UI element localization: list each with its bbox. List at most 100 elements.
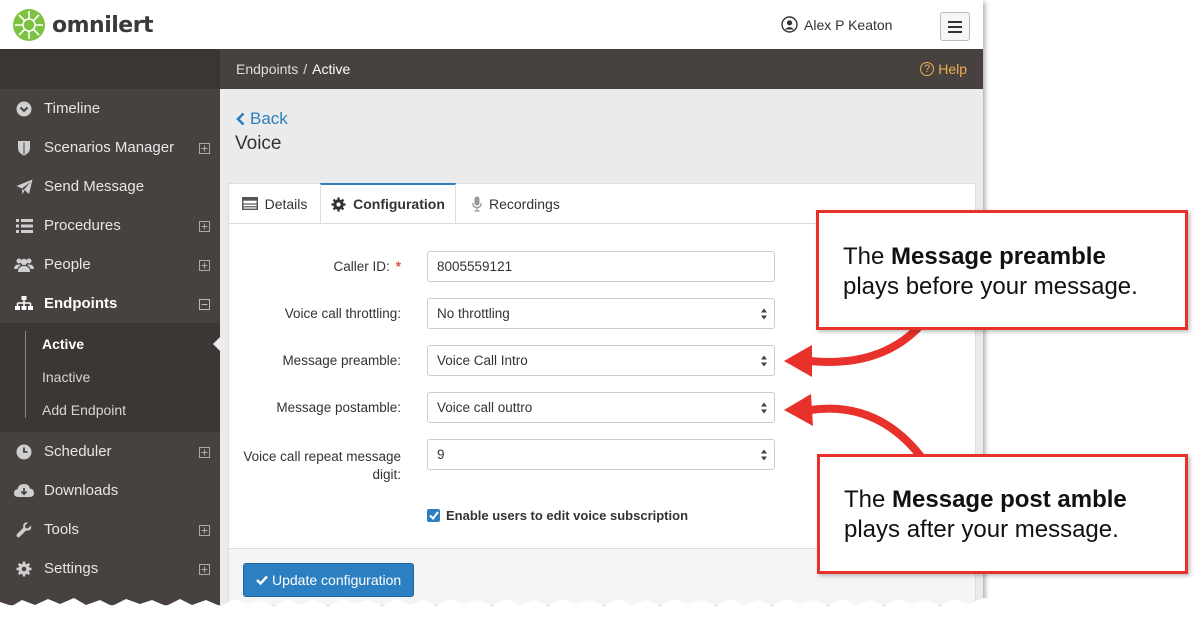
sidebar-item-people[interactable]: People — [0, 245, 220, 284]
preamble-label: Message preamble: — [282, 353, 401, 368]
sidebar-item-timeline[interactable]: Timeline — [0, 89, 220, 128]
postamble-select[interactable]: Voice call outtro — [427, 392, 775, 423]
logo[interactable]: omnilert — [12, 8, 154, 42]
sidebar-item-tools[interactable]: Tools — [0, 510, 220, 549]
sidebar-item-label: Scenarios Manager — [44, 139, 175, 156]
sidebar-item-send-message[interactable]: Send Message — [0, 167, 220, 206]
select-arrows-icon — [761, 308, 767, 320]
torn-edge — [0, 598, 1000, 623]
caller-id-value: 8005559121 — [437, 259, 513, 274]
sidebar-item-label: Downloads — [44, 482, 119, 499]
expand-icon[interactable] — [199, 445, 210, 462]
back-label: Back — [250, 109, 288, 128]
sidebar-item-downloads[interactable]: Downloads — [0, 471, 220, 510]
help-label: Help — [938, 61, 967, 77]
breadcrumb-current: Active — [312, 61, 351, 77]
shield-icon — [13, 140, 35, 156]
sidebar-item-label: People — [44, 256, 91, 273]
callout-postamble: The Message post amble plays after your … — [817, 454, 1188, 574]
tab-details[interactable]: Details — [229, 184, 320, 223]
wrench-icon — [13, 521, 35, 538]
tab-label: Configuration — [353, 196, 445, 212]
expand-icon[interactable] — [199, 258, 210, 275]
checkbox-checked-icon[interactable] — [427, 509, 440, 522]
sidebar-item-label: Send Message — [44, 178, 145, 195]
breadcrumb: Endpoints / Active ? Help — [220, 49, 983, 89]
list-icon — [13, 218, 35, 233]
select-arrows-icon — [761, 355, 767, 367]
repeat-digit-select[interactable]: 9 — [427, 439, 775, 470]
select-arrows-icon — [761, 449, 767, 461]
users-icon — [13, 257, 35, 272]
brand-name: omnilert — [52, 12, 154, 38]
update-configuration-label: Update configuration — [272, 572, 402, 588]
repeat-digit-label: Voice call repeat message digit: — [243, 449, 401, 482]
caller-id-label: Caller ID: * — [333, 259, 401, 274]
question-circle-icon: ? — [920, 62, 935, 76]
throttling-value: No throttling — [437, 306, 510, 321]
timeline-icon — [13, 101, 35, 117]
microphone-icon — [472, 196, 482, 212]
callout-preamble: The Message preamble plays before your m… — [816, 210, 1188, 330]
expand-icon[interactable] — [199, 523, 210, 540]
hamburger-menu-button[interactable] — [940, 12, 970, 41]
sidebar-subitem-inactive[interactable]: Inactive — [0, 360, 220, 393]
sidebar-item-label: Tools — [44, 521, 80, 538]
hamburger-icon — [948, 20, 962, 33]
postamble-label: Message postamble: — [276, 400, 401, 415]
page-title: Voice — [235, 133, 282, 154]
top-bar: omnilert Alex P Keaton — [0, 0, 983, 50]
sidebar-subitem-add-endpoint[interactable]: Add Endpoint — [0, 393, 220, 426]
user-circle-icon — [781, 16, 798, 33]
throttling-select[interactable]: No throttling — [427, 298, 775, 329]
sidebar-item-label: Settings — [44, 560, 99, 577]
sidebar-item-scheduler[interactable]: Scheduler — [0, 432, 220, 471]
user-menu[interactable]: Alex P Keaton — [781, 16, 892, 33]
edit-subscription-label: Enable users to edit voice subscription — [446, 508, 689, 523]
paper-plane-icon — [13, 179, 35, 195]
user-name: Alex P Keaton — [804, 16, 893, 33]
sidebar-item-endpoints[interactable]: Endpoints — [0, 284, 220, 323]
back-link[interactable]: Back — [236, 109, 288, 129]
required-marker: * — [395, 259, 401, 274]
cloud-download-icon — [13, 483, 35, 498]
tab-recordings[interactable]: Recordings — [472, 184, 572, 223]
callout-preamble-bold: Message preamble — [891, 243, 1106, 270]
sidebar-item-settings[interactable]: Settings — [0, 549, 220, 588]
postamble-value: Voice call outtro — [437, 400, 533, 415]
breadcrumb-separator: / — [303, 61, 308, 77]
callout-postamble-bold: Message post amble — [892, 486, 1127, 513]
table-icon — [241, 197, 258, 210]
sidebar-item-label: Scheduler — [44, 443, 112, 460]
expand-icon[interactable] — [199, 219, 210, 236]
throttling-label: Voice call throttling: — [284, 306, 401, 321]
sidebar-item-label: Endpoints — [44, 295, 118, 312]
caller-id-input[interactable]: 8005559121 — [427, 251, 775, 282]
sidebar-item-procedures[interactable]: Procedures — [0, 206, 220, 245]
gear-icon — [13, 561, 35, 577]
tab-configuration[interactable]: Configuration — [320, 183, 456, 223]
sidebar-item-label: Timeline — [44, 100, 101, 117]
preamble-select[interactable]: Voice Call Intro — [427, 345, 775, 376]
clock-icon — [13, 444, 35, 460]
callout-postamble-text: plays after your message. — [844, 516, 1119, 543]
omnilert-logo-icon — [13, 9, 45, 41]
collapse-icon[interactable] — [199, 297, 210, 314]
sidebar-header — [0, 49, 220, 89]
tab-label: Recordings — [489, 195, 560, 212]
expand-icon[interactable] — [199, 562, 210, 579]
breadcrumb-endpoints[interactable]: Endpoints — [236, 61, 298, 77]
chevron-left-icon — [236, 112, 245, 126]
expand-icon[interactable] — [199, 141, 210, 158]
edit-subscription-checkbox[interactable]: Enable users to edit voice subscription — [427, 508, 688, 523]
endpoints-submenu: Active Inactive Add Endpoint — [0, 323, 220, 432]
callout-preamble-text: plays before your message. — [843, 273, 1138, 300]
sidebar-subitem-active[interactable]: Active — [0, 327, 220, 360]
help-link[interactable]: ? Help — [920, 61, 967, 77]
sidebar-item-label: Procedures — [44, 217, 121, 234]
sitemap-icon — [13, 296, 35, 311]
tab-label: Details — [264, 195, 308, 212]
sidebar-item-scenarios-manager[interactable]: Scenarios Manager — [0, 128, 220, 167]
repeat-digit-value: 9 — [437, 447, 445, 462]
sidebar: Timeline Scenarios Manager Send Message … — [0, 49, 220, 605]
